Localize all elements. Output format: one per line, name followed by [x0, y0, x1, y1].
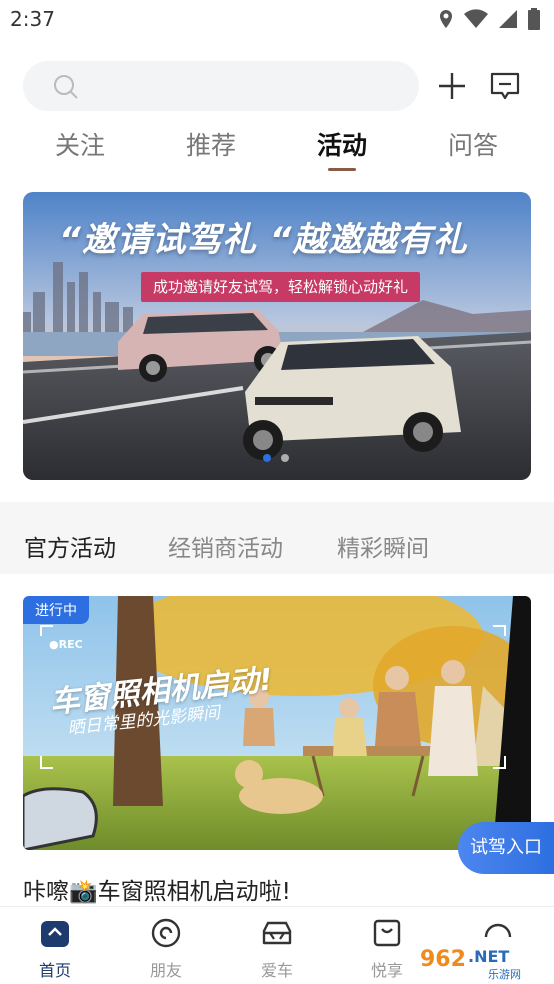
tab-recommended[interactable]: 推荐 — [166, 126, 256, 162]
nav-home-label: 首页 — [38, 961, 71, 980]
nav-car[interactable]: 爱车 — [242, 917, 312, 981]
banner-dot-active[interactable] — [263, 454, 271, 462]
search-row — [0, 58, 554, 114]
tab-highlights[interactable]: 精彩瞬间 — [337, 529, 429, 563]
banner-pagination — [263, 454, 289, 462]
watermark-logo: 962 .NET 乐游网 — [414, 940, 550, 981]
message-button[interactable] — [489, 70, 521, 102]
nav-enjoy-label: 悦享 — [370, 961, 403, 980]
promo-banner[interactable]: “邀请试驾礼 “越邀越有礼 成功邀请好友试驾，轻松解锁心动好礼 — [23, 192, 531, 480]
banner-subtitle: 成功邀请好友试驾，轻松解锁心动好礼 — [141, 272, 421, 302]
rec-label: ●REC — [49, 638, 83, 651]
status-icons — [438, 8, 540, 30]
car-icon — [262, 921, 292, 945]
status-bar: 2:37 — [0, 0, 554, 40]
signal-icon — [499, 10, 517, 28]
status-badge: 进行中 — [23, 596, 89, 624]
tab-official-activities[interactable]: 官方活动 — [24, 529, 116, 563]
nav-car-label: 爱车 — [260, 961, 293, 980]
nav-home[interactable]: 首页 — [20, 917, 90, 981]
search-input[interactable] — [23, 61, 419, 111]
banner-dot[interactable] — [281, 454, 289, 462]
nav-enjoy[interactable]: 悦享 — [352, 917, 422, 981]
nav-friends[interactable]: 朋友 — [131, 917, 201, 981]
tab-qa[interactable]: 问答 — [428, 126, 518, 162]
banner-title: “邀请试驾礼 “越邀越有礼 — [59, 220, 468, 260]
tab-activities[interactable]: 活动 — [297, 126, 387, 162]
tab-following[interactable]: 关注 — [35, 126, 125, 162]
svg-text:.NET: .NET — [468, 947, 509, 966]
activity-card-image[interactable]: 进行中 ●REC 车窗照相机启动! 晒日常里的光影瞬间 — [23, 596, 531, 850]
bag-icon — [373, 919, 401, 947]
tab-dealer-activities[interactable]: 经销商活动 — [168, 529, 283, 563]
home-icon — [41, 921, 69, 947]
svg-text:乐游网: 乐游网 — [488, 968, 521, 981]
activity-filter-tabs: 官方活动 经销商活动 精彩瞬间 — [0, 502, 554, 574]
wifi-icon — [464, 9, 488, 28]
activity-card-title[interactable]: 咔嚓📸车窗照相机启动啦! — [23, 872, 291, 906]
search-icon — [54, 75, 78, 99]
tab-active-indicator — [328, 168, 356, 171]
svg-text:962: 962 — [420, 947, 466, 972]
top-tabs: 关注 推荐 活动 问答 — [0, 126, 554, 174]
test-drive-entry-button[interactable]: 试驾入口 — [458, 822, 554, 874]
status-time: 2:37 — [10, 7, 55, 31]
battery-icon — [528, 8, 540, 30]
compass-icon — [151, 918, 181, 948]
nav-friends-label: 朋友 — [149, 961, 182, 980]
add-button[interactable] — [436, 70, 468, 102]
location-icon — [440, 10, 452, 28]
